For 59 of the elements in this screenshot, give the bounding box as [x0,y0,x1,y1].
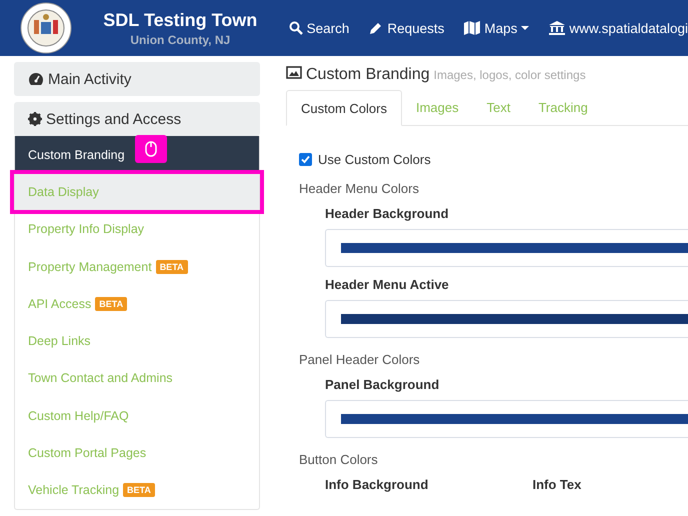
menu-item-label: API Access [28,296,92,311]
menu-item-label: Property Management [28,260,152,274]
seal-logo [20,2,72,54]
panel-heading[interactable]: Settings and Access [14,102,260,136]
nav-link[interactable]: Search [288,20,350,36]
bank-icon [549,21,566,35]
map-icon [464,21,480,35]
menu-item-label: Vehicle Tracking [28,483,120,498]
image-icon [286,66,302,79]
checkbox[interactable] [299,153,312,166]
gear-icon [28,112,42,126]
field-label: Panel Background [325,377,440,392]
section-heading: Button Colors [299,452,379,467]
color-field[interactable] [325,229,688,267]
beta-badge: BETA [156,260,188,274]
field-label: Info Background [325,477,430,492]
field-label: Header Menu Active [325,277,450,292]
search-icon [288,21,303,35]
menu-item[interactable]: Town Contact and Admins [15,360,259,398]
menu-item[interactable]: API Access BETA [15,285,259,322]
mouse-icon [135,135,167,164]
beta-badge: BETA [123,483,155,498]
tab[interactable]: Images [402,90,473,125]
site-subtitle: Union County, NJ [130,32,230,46]
menu-item[interactable]: Vehicle Tracking BETA [15,472,259,509]
panel-heading[interactable]: Main Activity [14,62,260,96]
site-title: SDL Testing Town [103,10,258,30]
field-label: Info Tex [532,477,582,492]
checkbox-label: Use Custom Colors [318,152,431,167]
color-field[interactable] [325,400,688,438]
menu-item-label: Custom Branding [28,148,125,162]
nav-link[interactable]: Requests [369,20,444,36]
page-subtitle: Images, logos, color settings [434,68,586,82]
tab[interactable]: Tracking [524,90,602,125]
menu-item[interactable]: Property Info Display [15,210,259,248]
color-field[interactable] [325,300,688,338]
menu-item-label: Data Display [28,184,99,199]
menu-item-label: Town Contact and Admins [28,371,173,386]
menu-item-label: Custom Portal Pages [28,446,146,460]
beta-badge: BETA [95,296,128,311]
page-title: Custom Branding [306,66,430,84]
nav-link[interactable]: Maps [464,20,530,36]
menu-item[interactable]: Deep Links [15,322,259,360]
menu-item-label: Deep Links [28,334,91,348]
menu-item[interactable]: Custom Portal Pages [15,434,259,472]
panel-title: Settings and Access [46,110,182,128]
pencil-icon [369,21,384,35]
panel-title: Main Activity [48,70,132,88]
field-label: Header Background [325,206,450,221]
menu-item-label: Custom Help/FAQ [28,408,129,423]
menu-item-label: Property Info Display [28,222,144,236]
menu-item[interactable]: Property Management BETA [15,248,259,286]
nav-link[interactable]: www.spatialdatalogi [549,20,688,36]
section-heading: Panel Header Colors [299,352,421,367]
tab[interactable]: Text [472,90,524,125]
section-heading: Header Menu Colors [299,181,420,196]
tab[interactable]: Custom Colors [286,90,402,126]
menu-item[interactable]: Custom Help/FAQ [15,397,259,434]
gauge-icon [28,72,44,86]
